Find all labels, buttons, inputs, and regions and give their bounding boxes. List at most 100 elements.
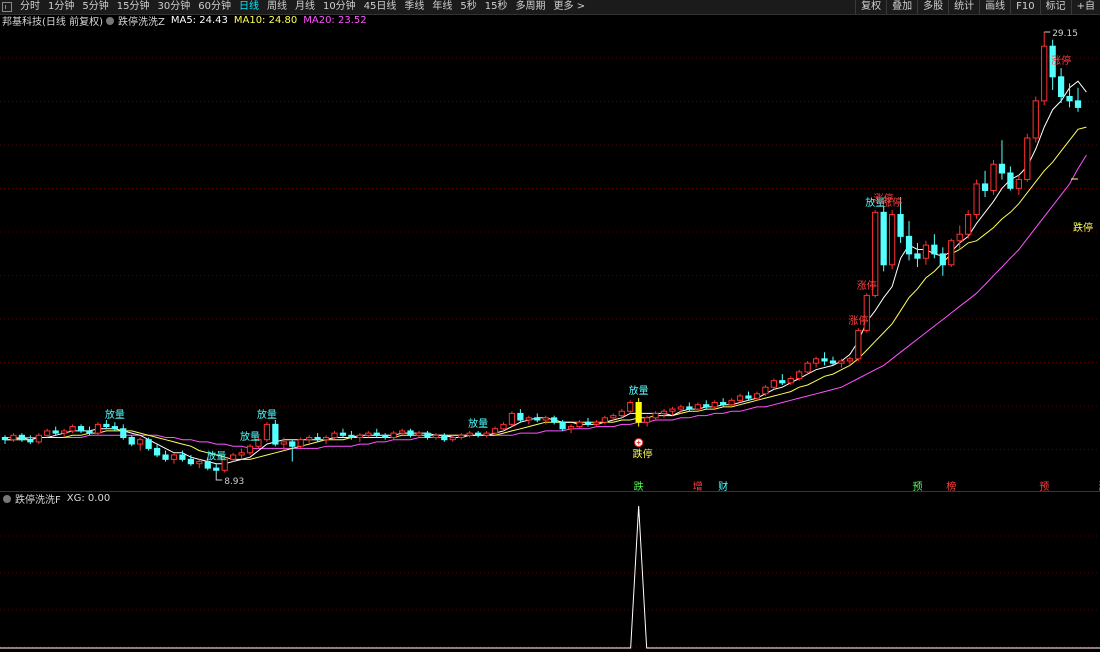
- candle-body: [846, 358, 854, 362]
- candle-body: [939, 253, 946, 266]
- candle-body: [1032, 100, 1039, 139]
- period-tab[interactable]: 45日线: [360, 0, 401, 14]
- candle-body: [246, 445, 254, 454]
- period-tab[interactable]: 15分钟: [113, 0, 154, 14]
- candle-body: [441, 434, 448, 441]
- candle-body: [965, 214, 972, 235]
- candle-body: [500, 423, 507, 430]
- candle-body: [880, 211, 887, 266]
- xg-line: [0, 505, 1100, 649]
- tool-buttons: 复权 叠加 多股 统计 画线 F10 标记 +自: [855, 0, 1100, 14]
- menu-icon[interactable]: [2, 2, 12, 12]
- candle-body: [339, 432, 347, 436]
- candle-body: [897, 214, 904, 237]
- candle-body: [576, 421, 583, 428]
- candle-body: [889, 214, 896, 266]
- period-tab[interactable]: 季线: [400, 0, 428, 14]
- candle-body: [35, 434, 42, 443]
- tool-button[interactable]: 画线: [979, 0, 1010, 14]
- candle-body: [137, 439, 144, 445]
- candle-body: [905, 235, 913, 255]
- candle-body: [27, 439, 34, 443]
- candle-body: [1024, 137, 1031, 181]
- period-tab[interactable]: 1分钟: [44, 0, 78, 14]
- candle-body: [998, 163, 1006, 174]
- candle-body: [432, 434, 440, 438]
- drop-signal-label: 跌停: [633, 448, 653, 461]
- candle-body: [796, 371, 803, 379]
- candle-body: [787, 377, 794, 384]
- candle-body: [128, 436, 135, 445]
- candle-body: [491, 428, 499, 434]
- period-tab[interactable]: 更多 >: [550, 0, 590, 14]
- tool-button[interactable]: +自: [1070, 0, 1100, 14]
- candle-body: [322, 436, 330, 441]
- candle-body: [922, 244, 930, 259]
- candle-body: [643, 417, 651, 423]
- candle-body: [179, 454, 186, 460]
- candle-body: [162, 454, 169, 460]
- period-tab[interactable]: 30分钟: [153, 0, 194, 14]
- candle-body: [61, 430, 68, 434]
- period-tab[interactable]: 年线: [428, 0, 456, 14]
- period-tab[interactable]: 多周期: [512, 0, 550, 14]
- candle-body: [973, 183, 980, 216]
- period-tab[interactable]: 月线: [291, 0, 319, 14]
- candle-body: [170, 454, 178, 460]
- tool-button[interactable]: 统计: [948, 0, 979, 14]
- period-tab[interactable]: 周线: [263, 0, 291, 14]
- candle-body: [111, 426, 118, 430]
- signal-label: 放量: [240, 430, 260, 443]
- period-tab[interactable]: 日线: [235, 0, 263, 14]
- period-tab[interactable]: 10分钟: [319, 0, 360, 14]
- candle-body: [213, 467, 220, 471]
- candle-body: [390, 432, 397, 438]
- right-marker-label: 跌停: [1073, 221, 1093, 234]
- candle-body: [601, 417, 608, 423]
- period-toolbar: 分时 1分钟 5分钟 15分钟 30分钟 60分钟 日线 周线 月线 10分钟 45日线 季线 年线 5秒…: [0, 0, 1100, 15]
- candle-body: [745, 395, 752, 399]
- signal-label: 放量: [468, 417, 488, 430]
- candle-body: [542, 417, 549, 421]
- ma20-line: [5, 154, 1087, 449]
- candle-body: [1, 436, 9, 441]
- candle-body: [821, 358, 828, 362]
- candle-body: [703, 404, 710, 408]
- candle-body: [804, 362, 811, 373]
- candle-body: [593, 421, 600, 425]
- candle-body: [956, 233, 963, 242]
- candle-body: [424, 432, 431, 438]
- candle-body: [534, 417, 541, 421]
- period-tab[interactable]: 分时: [16, 0, 44, 14]
- candle-body: [187, 458, 194, 465]
- period-tab[interactable]: 60分钟: [194, 0, 235, 14]
- signal-label: 放量: [105, 408, 125, 421]
- candle-body: [812, 358, 820, 364]
- candle-body: [610, 415, 617, 419]
- candle-body: [508, 412, 516, 425]
- period-tab[interactable]: 5分钟: [78, 0, 112, 14]
- candle-body: [272, 423, 279, 445]
- period-tab[interactable]: 5秒: [456, 0, 480, 14]
- candle-body: [306, 436, 313, 441]
- tool-button[interactable]: 复权: [855, 0, 886, 14]
- candle-body: [652, 412, 659, 419]
- tool-button[interactable]: 叠加: [886, 0, 917, 14]
- period-tab[interactable]: 15秒: [481, 0, 512, 14]
- candle-body: [1007, 172, 1014, 189]
- candle-body: [348, 434, 355, 438]
- candle-body: [627, 402, 634, 412]
- candle-body: [829, 360, 837, 364]
- signal-label: 放量: [206, 450, 226, 463]
- tool-button[interactable]: 多股: [917, 0, 948, 14]
- candle-body: [314, 436, 321, 441]
- candle-body: [728, 399, 735, 406]
- tool-button[interactable]: F10: [1010, 0, 1039, 14]
- candle-body: [289, 441, 296, 447]
- signal-label: 放量: [257, 408, 277, 421]
- candle-body: [229, 454, 237, 460]
- candle-body: [762, 386, 769, 395]
- tool-button[interactable]: 标记: [1039, 0, 1071, 14]
- candle-body: [559, 421, 566, 430]
- candle-body: [584, 421, 592, 425]
